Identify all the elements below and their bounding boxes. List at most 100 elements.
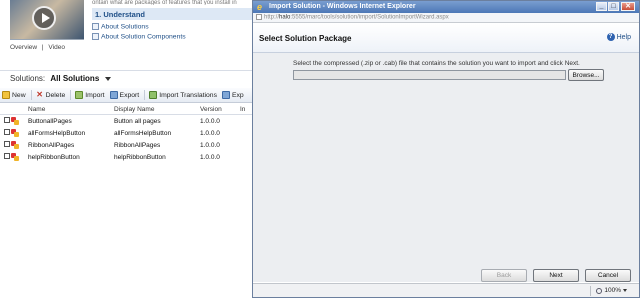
help-link[interactable]: ? Help bbox=[606, 33, 631, 41]
play-icon[interactable] bbox=[32, 6, 56, 30]
dialog-content: Select Solution Package ? Help Select the… bbox=[253, 24, 639, 282]
minimize-button[interactable]: _ bbox=[596, 2, 607, 11]
solution-version: 1.0.0.0 bbox=[200, 117, 220, 125]
export-translations-label: Exp bbox=[231, 91, 244, 99]
import-label: Import bbox=[85, 91, 105, 99]
about-components-label: About Solution Components bbox=[101, 33, 186, 41]
understand-heading: 1. Understand bbox=[92, 8, 252, 20]
page-icon bbox=[92, 33, 99, 40]
intro-text: ontain what are packages of features tha… bbox=[92, 0, 237, 5]
next-button[interactable]: Next bbox=[533, 269, 579, 282]
table-row[interactable]: allFormsHelpButton allFormsHelpButton 1.… bbox=[0, 127, 252, 139]
thumbnail-links: Overview | Video bbox=[10, 44, 68, 51]
link-separator: | bbox=[41, 44, 44, 51]
page-icon bbox=[256, 14, 262, 20]
export-translations-button[interactable]: Exp bbox=[221, 91, 244, 99]
page-icon bbox=[92, 23, 99, 30]
about-components-link[interactable]: About Solution Components bbox=[92, 33, 186, 40]
table-row[interactable]: RibbonAllPages RibbonAllPages 1.0.0.0 bbox=[0, 139, 252, 151]
row-checkbox[interactable] bbox=[4, 129, 10, 135]
file-path-input[interactable] bbox=[293, 70, 566, 80]
solutions-view-selector[interactable]: Solutions: All Solutions bbox=[0, 70, 252, 86]
about-solutions-link[interactable]: About Solutions bbox=[92, 23, 149, 30]
export-button[interactable]: Export bbox=[109, 91, 140, 99]
video-thumbnail[interactable] bbox=[10, 0, 84, 40]
solution-name[interactable]: RibbonAllPages bbox=[28, 142, 114, 149]
window-title: Import Solution - Windows Internet Explo… bbox=[269, 3, 416, 10]
browse-button[interactable]: Browse... bbox=[568, 69, 604, 81]
solution-name[interactable]: helpRibbonButton bbox=[28, 154, 114, 161]
row-checkbox[interactable] bbox=[4, 153, 10, 159]
solution-version: 1.0.0.0 bbox=[200, 153, 220, 161]
solution-display-name: helpRibbonButton bbox=[114, 153, 166, 161]
instruction-text: Select the compressed (.zip or .cab) fil… bbox=[293, 60, 580, 67]
grid-toolbar: New ✕ Delete Import Export Import Transla… bbox=[0, 88, 252, 103]
import-button[interactable]: Import bbox=[75, 91, 105, 99]
solution-display-name: Button all pages bbox=[114, 117, 161, 125]
dialog-title: Select Solution Package bbox=[259, 34, 352, 43]
solution-icon bbox=[11, 152, 20, 161]
toolbar-divider bbox=[30, 90, 32, 100]
solution-icon bbox=[11, 116, 20, 125]
chevron-down-icon[interactable] bbox=[623, 289, 627, 292]
dialog-header: Select Solution Package ? Help bbox=[253, 24, 639, 53]
import-icon bbox=[75, 91, 84, 99]
solution-icon bbox=[11, 128, 20, 137]
solution-display-name: allFormsHelpButton bbox=[114, 129, 172, 137]
close-button[interactable]: ✕ bbox=[621, 2, 635, 11]
column-header-installed[interactable]: In bbox=[240, 106, 252, 113]
status-bar: 100% bbox=[253, 283, 639, 297]
video-link[interactable]: Video bbox=[48, 44, 65, 51]
toolbar-divider bbox=[144, 90, 146, 100]
import-translations-label: Import Translations bbox=[159, 91, 217, 99]
cancel-button[interactable]: Cancel bbox=[585, 269, 631, 282]
toolbar-divider bbox=[70, 90, 72, 100]
zoom-icon bbox=[596, 287, 603, 294]
solutions-grid: Name Display Name Version In ButtonallPa… bbox=[0, 104, 252, 163]
delete-icon: ✕ bbox=[36, 90, 43, 99]
import-solution-window: e Import Solution - Windows Internet Exp… bbox=[252, 0, 640, 298]
overview-link[interactable]: Overview bbox=[10, 44, 37, 51]
help-label: Help bbox=[616, 33, 631, 41]
row-checkbox[interactable] bbox=[4, 117, 10, 123]
help-icon: ? bbox=[606, 33, 615, 41]
back-button[interactable]: Back bbox=[481, 269, 527, 282]
export-icon bbox=[109, 91, 118, 99]
import-translations-button[interactable]: Import Translations bbox=[149, 91, 217, 99]
getting-started-pane: Overview | Video ontain what are package… bbox=[0, 0, 252, 54]
delete-label: Delete bbox=[45, 91, 66, 99]
address-bar[interactable]: http://halo:5555/marc/tools/solution/imp… bbox=[253, 13, 639, 23]
table-row[interactable]: ButtonallPages Button all pages 1.0.0.0 bbox=[0, 115, 252, 127]
row-checkbox[interactable] bbox=[4, 141, 10, 147]
column-header-display-name[interactable]: Display Name bbox=[114, 106, 200, 113]
delete-button[interactable]: ✕ Delete bbox=[36, 90, 66, 99]
solution-version: 1.0.0.0 bbox=[200, 129, 220, 137]
address-host: halo bbox=[279, 14, 291, 21]
export-label: Export bbox=[119, 91, 140, 99]
table-row[interactable]: helpRibbonButton helpRibbonButton 1.0.0.… bbox=[0, 151, 252, 163]
solutions-label: Solutions: bbox=[10, 74, 46, 83]
address-path: :5555/marc/tools/solution/import/Solutio… bbox=[290, 14, 449, 21]
maximize-button[interactable]: □ bbox=[608, 2, 619, 11]
new-label: New bbox=[12, 91, 26, 99]
new-icon bbox=[2, 91, 10, 99]
export-icon bbox=[221, 91, 230, 99]
status-divider bbox=[590, 286, 591, 296]
crm-solutions-page: Overview | Video ontain what are package… bbox=[0, 0, 252, 298]
new-button[interactable]: New bbox=[2, 91, 26, 99]
zoom-control[interactable]: 100% bbox=[596, 287, 627, 294]
solution-display-name: RibbonAllPages bbox=[114, 141, 161, 149]
column-header-version[interactable]: Version bbox=[200, 106, 240, 113]
solutions-view-name[interactable]: All Solutions bbox=[50, 74, 99, 83]
grid-header: Name Display Name Version In bbox=[0, 104, 252, 115]
translations-icon bbox=[149, 91, 158, 99]
about-solutions-label: About Solutions bbox=[101, 23, 149, 31]
internet-explorer-icon: e bbox=[257, 2, 263, 12]
chevron-down-icon[interactable] bbox=[104, 76, 111, 81]
zoom-level: 100% bbox=[604, 287, 621, 294]
solution-name[interactable]: ButtonallPages bbox=[28, 118, 114, 125]
window-titlebar[interactable]: e Import Solution - Windows Internet Exp… bbox=[253, 1, 639, 13]
solution-name[interactable]: allFormsHelpButton bbox=[28, 130, 114, 137]
column-header-name[interactable]: Name bbox=[28, 106, 114, 113]
address-prefix: http:// bbox=[264, 14, 280, 21]
